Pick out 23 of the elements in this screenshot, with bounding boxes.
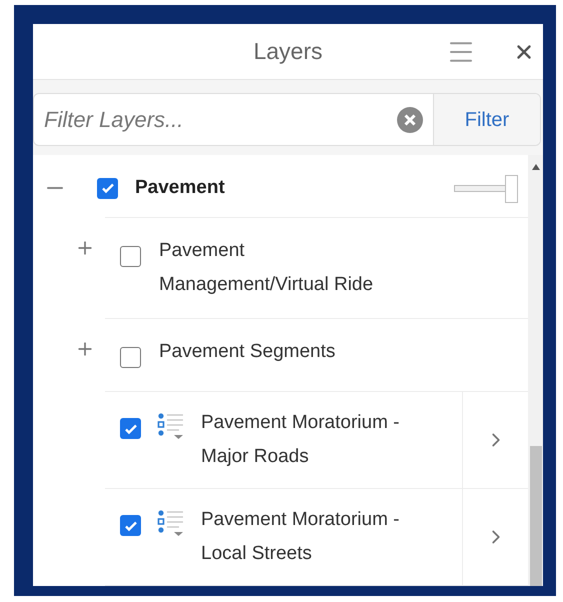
- checkbox[interactable]: [120, 418, 141, 440]
- filter-field[interactable]: Filter Layers... Filter: [33, 93, 541, 146]
- slider-thumb[interactable]: [505, 174, 518, 202]
- layer-name: Pavement: [135, 176, 225, 200]
- checkbox[interactable]: [120, 515, 141, 536]
- scroll-up-icon[interactable]: [530, 163, 540, 171]
- checkmark-icon: [124, 518, 138, 533]
- layer-name: Pavement Moratorium - Local Streets: [201, 508, 401, 566]
- opacity-slider[interactable]: [454, 174, 518, 202]
- legend-icon[interactable]: [157, 508, 185, 537]
- layer-name: Pavement Management/Virtual Ride: [159, 239, 374, 297]
- panel-title: Layers: [253, 37, 323, 66]
- clear-icon[interactable]: [397, 106, 423, 132]
- scrollbar[interactable]: [528, 155, 543, 586]
- layer-name: Pavement Moratorium - Major Roads: [201, 411, 401, 469]
- checkbox[interactable]: [120, 347, 141, 368]
- layer-name: Pavement Segments: [159, 340, 336, 364]
- legend-icon[interactable]: [157, 412, 185, 440]
- filter-button[interactable]: Filter: [433, 94, 540, 145]
- checkmark-icon: [100, 181, 114, 196]
- checkbox[interactable]: [97, 178, 118, 199]
- checkbox[interactable]: [120, 246, 141, 268]
- checkmark-icon: [124, 422, 138, 436]
